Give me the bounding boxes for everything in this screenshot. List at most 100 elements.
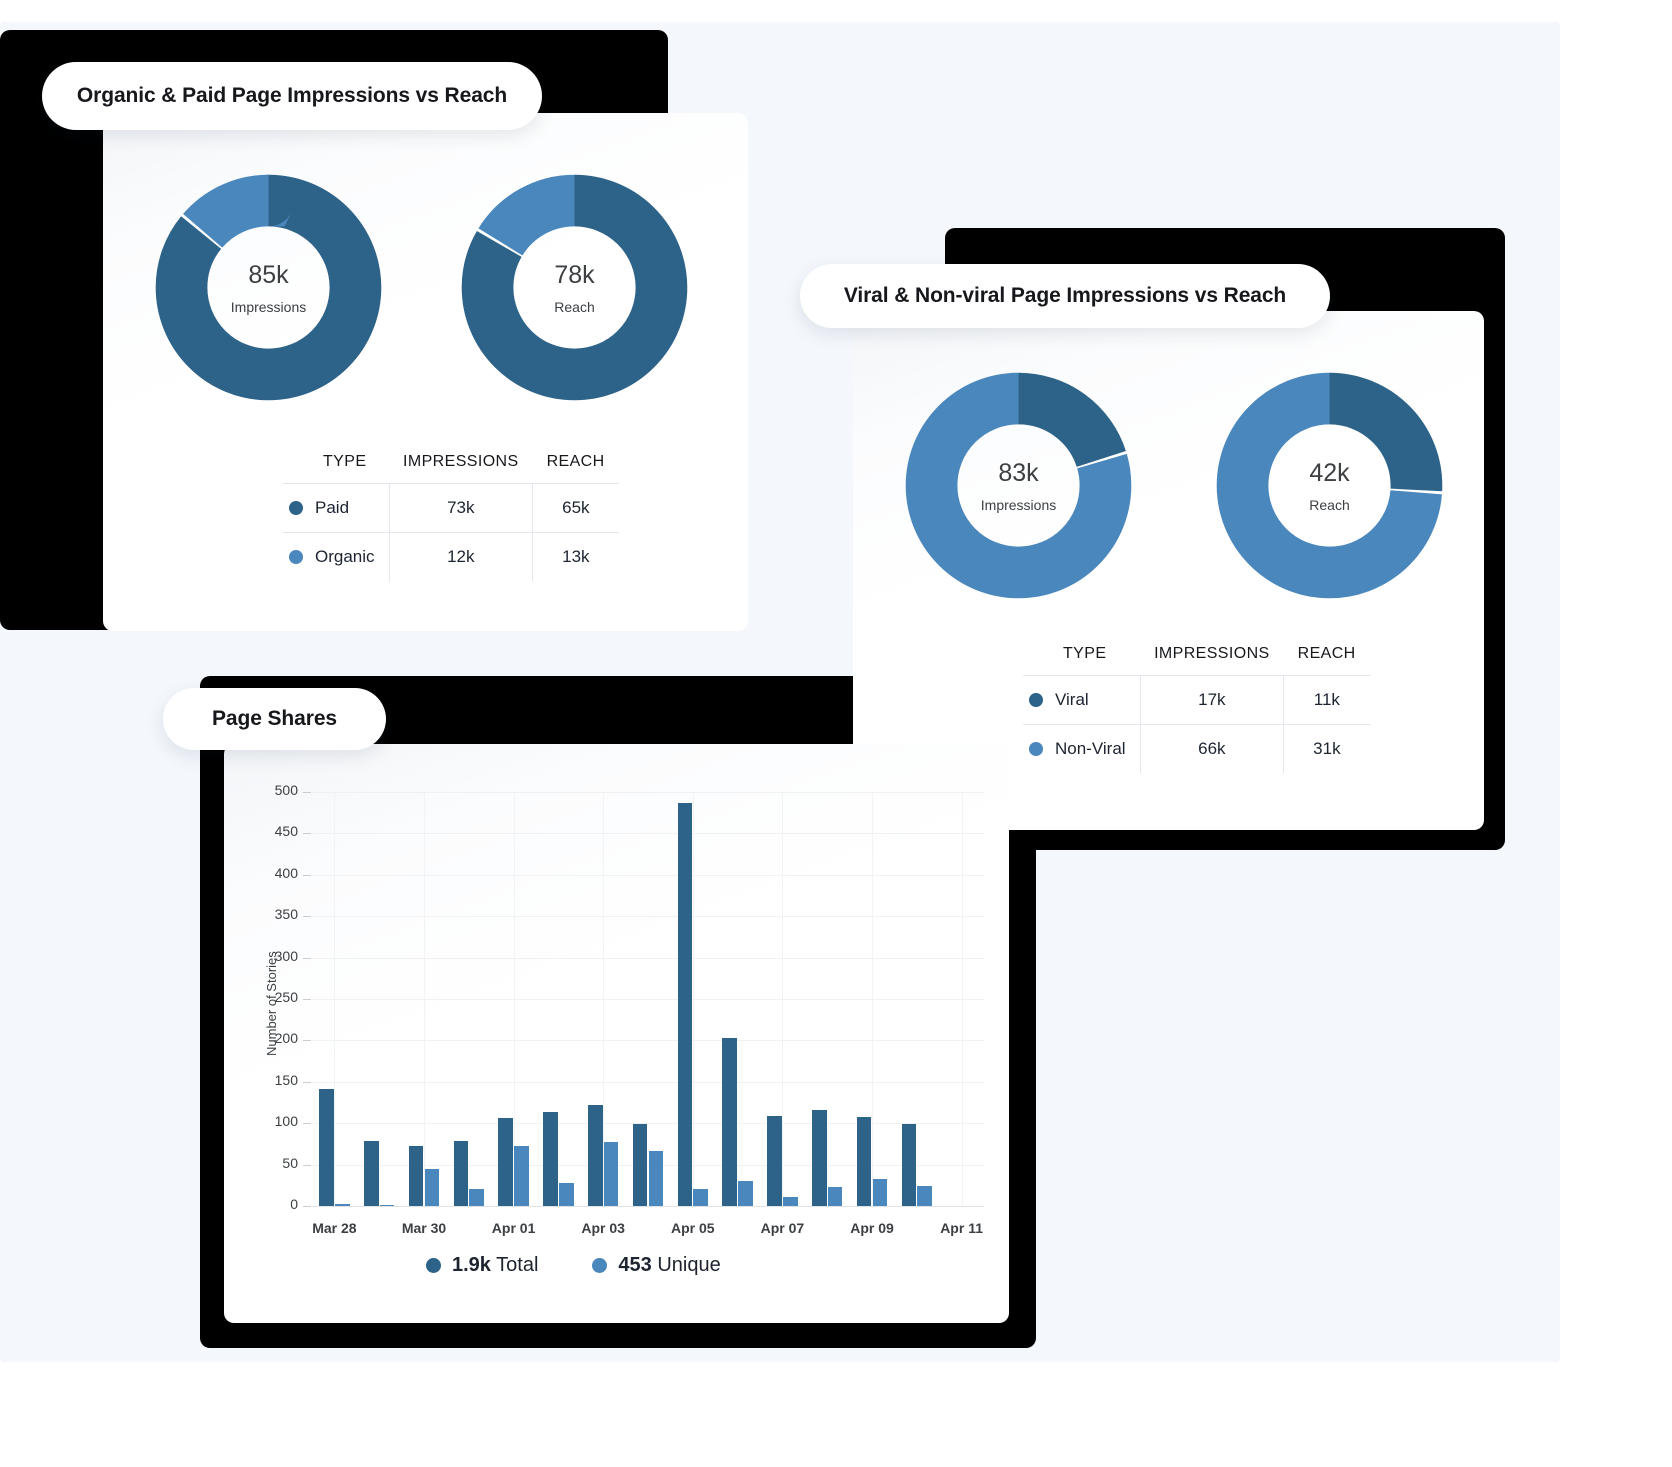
chart-legend: 1.9k Total 453 Unique xyxy=(426,1254,721,1277)
donut-impressions-viral[interactable]: 83k Impressions xyxy=(901,368,1136,603)
donut-impressions-organic-paid[interactable]: 85k Impressions xyxy=(151,170,386,405)
grid-line xyxy=(312,999,984,1000)
vertical-grid-line xyxy=(334,792,336,1206)
table-cell-type: Organic xyxy=(283,532,390,581)
legend-item-total[interactable]: 1.9k Total xyxy=(426,1254,538,1277)
y-axis-tick: 150 xyxy=(274,1071,298,1088)
legend-item-unique[interactable]: 453 Unique xyxy=(592,1254,721,1277)
bar-unique-13[interactable] xyxy=(917,1186,933,1206)
card-title-viral: Viral & Non-viral Page Impressions vs Re… xyxy=(843,284,1287,307)
table-row: Organic 12k 13k xyxy=(283,532,619,581)
bar-unique-2[interactable] xyxy=(424,1168,440,1206)
legend-dot-total-icon xyxy=(426,1258,441,1273)
dashboard-stage: 85k Impressions 78k Reach TYPE IMPRESSIO… xyxy=(0,0,1672,1467)
grid-line xyxy=(312,833,984,835)
table-cell-reach: 11k xyxy=(1283,675,1370,725)
bar-total-7[interactable] xyxy=(632,1124,648,1206)
vertical-grid-line xyxy=(961,792,963,1206)
legend-table-viral: TYPE IMPRESSIONS REACH Viral 17k 11k Non… xyxy=(1023,645,1370,773)
grid-line xyxy=(312,1040,984,1042)
series-dot-icon xyxy=(1029,742,1043,756)
bar-total-10[interactable] xyxy=(767,1115,782,1206)
bar-total-9[interactable] xyxy=(722,1037,738,1206)
y-axis-tick: 0 xyxy=(290,1196,298,1212)
bar-unique-6[interactable] xyxy=(603,1142,619,1206)
table-cell-type-label: Organic xyxy=(315,547,375,566)
vertical-grid-line xyxy=(872,792,873,1206)
bar-unique-12[interactable] xyxy=(872,1178,888,1206)
y-axis-tick: 350 xyxy=(274,906,298,923)
legend-name-unique: Unique xyxy=(657,1254,721,1276)
bar-unique-5[interactable] xyxy=(558,1182,574,1206)
bar-total-13[interactable] xyxy=(901,1124,917,1206)
x-axis-tick: Apr 07 xyxy=(760,1220,805,1236)
y-axis-tick-mark xyxy=(303,1123,311,1125)
card-title-pill-page-shares: Page Shares xyxy=(163,688,386,750)
table-cell-impressions: 17k xyxy=(1139,675,1284,725)
bar-total-6[interactable] xyxy=(587,1104,603,1206)
vertical-grid-line xyxy=(424,792,425,1206)
y-axis-tick: 500 xyxy=(274,782,298,798)
bar-unique-11[interactable] xyxy=(827,1186,843,1206)
donut-svg xyxy=(461,174,688,401)
table-row: Viral 17k 11k xyxy=(1023,675,1370,725)
legend-label-unique: 453 Unique xyxy=(618,1254,720,1277)
x-axis-tick: Mar 30 xyxy=(401,1220,447,1236)
table-row: Non-Viral 66k 31k xyxy=(1023,724,1370,773)
grid-line xyxy=(312,957,984,959)
donut-reach-viral[interactable]: 42k Reach xyxy=(1212,368,1447,603)
bar-total-0[interactable] xyxy=(319,1089,334,1206)
y-axis-tick-mark xyxy=(303,1081,311,1083)
bar-unique-4[interactable] xyxy=(514,1145,529,1206)
bar-total-4[interactable] xyxy=(498,1118,514,1206)
bar-total-11[interactable] xyxy=(811,1109,827,1206)
table-header-impressions: IMPRESSIONS xyxy=(1154,645,1270,662)
y-axis-tick: 300 xyxy=(274,947,298,964)
grid-line xyxy=(312,874,984,876)
donut-svg xyxy=(1216,372,1443,599)
bar-total-3[interactable] xyxy=(453,1141,469,1206)
table-row: Paid 73k 65k xyxy=(283,483,619,533)
y-axis-tick-mark xyxy=(303,916,311,918)
legend-value-unique: 453 xyxy=(618,1254,652,1276)
bar-total-1[interactable] xyxy=(363,1140,379,1206)
y-axis-tick: 50 xyxy=(282,1154,298,1171)
table-cell-reach: 65k xyxy=(532,483,619,533)
bar-total-8[interactable] xyxy=(677,802,693,1206)
bar-unique-10[interactable] xyxy=(782,1196,798,1206)
bar-chart[interactable]: Number of Stories 0 50 100 150 200 250 300 350 4… xyxy=(224,744,1009,1323)
bar-total-2[interactable] xyxy=(408,1146,424,1206)
y-axis-tick-mark xyxy=(303,999,311,1000)
series-dot-icon xyxy=(1029,693,1043,707)
card-organic-paid: 85k Impressions 78k Reach TYPE IMPRESSIO… xyxy=(103,113,748,631)
legend-dot-unique-icon xyxy=(592,1258,608,1273)
bar-total-12[interactable] xyxy=(856,1117,872,1206)
bar-total-5[interactable] xyxy=(543,1111,558,1206)
bar-unique-7[interactable] xyxy=(648,1151,664,1206)
y-axis-tick-mark xyxy=(303,1206,311,1207)
bar-unique-9[interactable] xyxy=(738,1181,753,1206)
table-cell-reach: 31k xyxy=(1283,724,1370,773)
vertical-grid-line xyxy=(692,792,694,1206)
table-cell-type: Non-Viral xyxy=(1023,724,1141,773)
bar-unique-8[interactable] xyxy=(693,1189,709,1206)
x-axis-tick: Apr 05 xyxy=(671,1220,715,1236)
bar-unique-3[interactable] xyxy=(469,1189,485,1206)
table-cell-type-label: Non-Viral xyxy=(1055,739,1126,758)
x-axis-tick: Mar 28 xyxy=(312,1220,357,1236)
donut-reach-organic-paid[interactable]: 78k Reach xyxy=(457,170,692,405)
grid-line xyxy=(312,916,984,918)
legend-name-total: Total xyxy=(496,1254,539,1276)
y-axis-tick: 400 xyxy=(274,864,298,881)
x-axis-line xyxy=(312,1206,984,1207)
grid-line xyxy=(312,1123,984,1125)
table-cell-type: Paid xyxy=(283,483,390,533)
grid-line xyxy=(312,792,984,793)
x-axis-tick: Apr 11 xyxy=(940,1220,983,1236)
table-cell-type: Viral xyxy=(1023,675,1141,725)
vertical-grid-line xyxy=(513,792,515,1206)
card-title-pill-viral: Viral & Non-viral Page Impressions vs Re… xyxy=(800,264,1330,328)
y-axis-tick-mark xyxy=(303,1164,311,1166)
y-axis-tick-mark xyxy=(303,1040,311,1042)
table-header-row: TYPE IMPRESSIONS REACH xyxy=(283,453,619,484)
